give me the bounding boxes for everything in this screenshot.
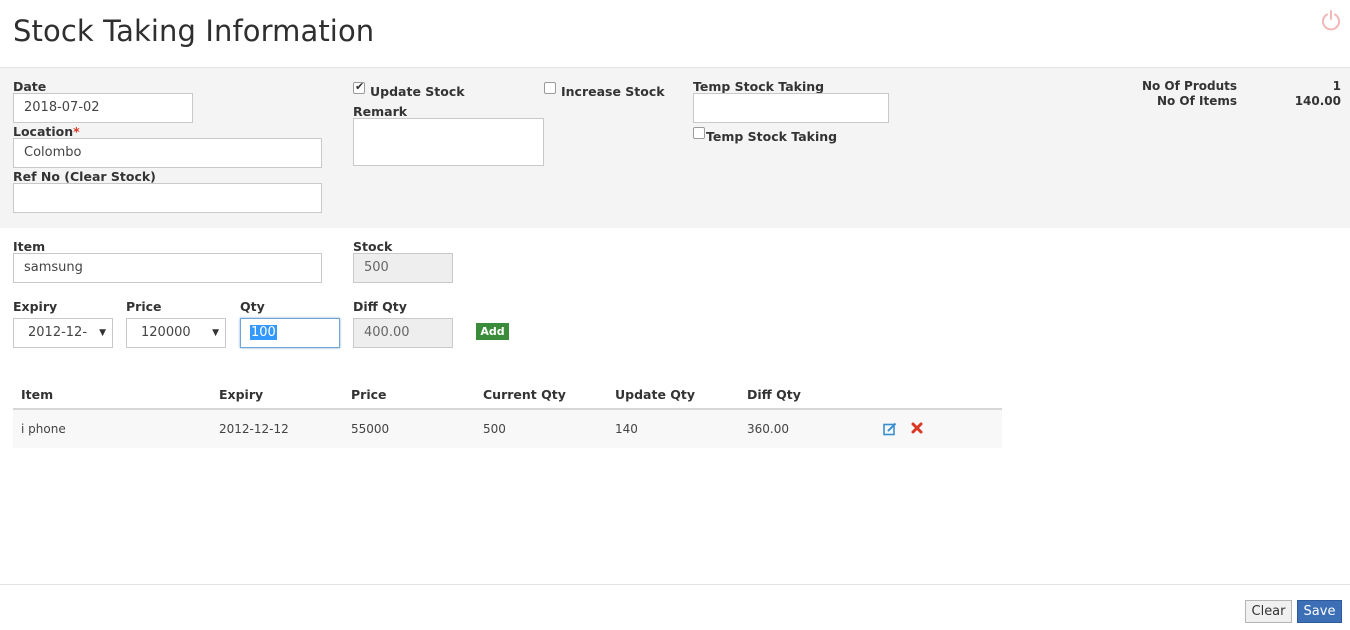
qty-label: Qty (240, 299, 265, 314)
remark-textarea[interactable] (353, 118, 544, 166)
update-stock-label: Update Stock (370, 84, 465, 99)
increase-stock-label: Increase Stock (561, 84, 665, 99)
temp-stock-taking-input[interactable] (693, 93, 889, 123)
diff-qty-label: Diff Qty (353, 299, 407, 314)
products-count-label: No Of Produts (1141, 79, 1237, 93)
cell-expiry: 2012-12-12 (219, 422, 289, 436)
add-button[interactable]: Add (476, 323, 509, 340)
stock-label: Stock (353, 239, 393, 254)
grid-header-expiry: Expiry (219, 387, 264, 402)
delete-icon[interactable] (910, 421, 924, 435)
price-label: Price (126, 299, 162, 314)
edit-icon[interactable] (883, 422, 897, 436)
page-title: Stock Taking Information (13, 14, 375, 48)
temp-stock-taking-checkbox-label: Temp Stock Taking (706, 129, 838, 144)
chevron-down-icon: ▼ (99, 328, 106, 338)
grid-header-update-qty: Update Qty (615, 387, 696, 402)
cell-current-qty: 500 (483, 422, 506, 436)
price-select[interactable]: 120000 ▼ (126, 318, 226, 348)
grid-header-item: Item (21, 387, 54, 402)
cell-diff-qty: 360.00 (747, 422, 789, 436)
cell-price: 55000 (351, 422, 390, 436)
save-button[interactable]: Save (1297, 600, 1342, 623)
chevron-down-icon: ▼ (212, 328, 219, 338)
items-count-label: No Of Items (1156, 94, 1237, 108)
temp-stock-taking-label: Temp Stock Taking (693, 79, 825, 94)
refno-input[interactable] (13, 183, 322, 213)
remark-label: Remark (353, 104, 408, 119)
location-label: Location* (13, 124, 80, 139)
refno-label: Ref No (Clear Stock) (13, 169, 156, 184)
qty-input-selected-text: 100 (250, 325, 277, 340)
item-label: Item (13, 239, 46, 254)
cell-update-qty: 140 (615, 422, 638, 436)
item-input[interactable]: samsung (13, 253, 322, 283)
diff-qty-input: 400.00 (353, 318, 453, 348)
cell-item: i phone (21, 422, 66, 436)
stock-input: 500 (353, 253, 453, 283)
qty-input[interactable]: 100 (240, 318, 340, 348)
grid-header: Item Expiry Price Current Qty Update Qty… (13, 381, 1002, 410)
power-icon[interactable] (1320, 9, 1342, 31)
location-input[interactable]: Colombo (13, 138, 322, 168)
increase-stock-checkbox[interactable] (544, 82, 556, 94)
temp-stock-taking-checkbox[interactable] (693, 127, 705, 139)
grid-header-diff-qty: Diff Qty (747, 387, 801, 402)
grid-header-price: Price (351, 387, 387, 402)
grid-header-current-qty: Current Qty (483, 387, 566, 402)
update-stock-checkbox[interactable] (353, 80, 365, 94)
table-row: i phone 2012-12-12 55000 500 140 360.00 (13, 410, 1002, 448)
required-marker: * (73, 124, 80, 139)
date-input[interactable]: 2018-07-02 (13, 93, 193, 123)
clear-button[interactable]: Clear (1245, 600, 1292, 623)
stock-grid: Item Expiry Price Current Qty Update Qty… (13, 381, 1002, 448)
date-label: Date (13, 79, 47, 94)
products-count-value: 1 (1332, 79, 1341, 93)
expiry-label: Expiry (13, 299, 58, 314)
footer-divider (0, 584, 1350, 585)
expiry-select[interactable]: 2012-12- ▼ (13, 318, 113, 348)
items-count-value: 140.00 (1294, 94, 1341, 108)
expiry-select-value: 2012-12- (28, 325, 88, 340)
price-select-value: 120000 (141, 325, 191, 340)
